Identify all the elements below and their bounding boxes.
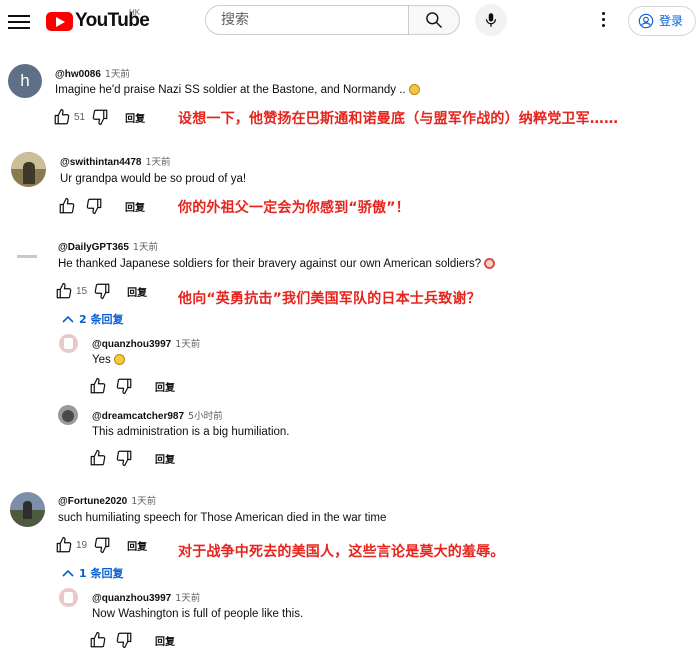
like-icon[interactable] bbox=[55, 536, 73, 554]
search-button[interactable] bbox=[408, 5, 460, 35]
avatar-letter: h bbox=[20, 71, 30, 90]
search-placeholder: 搜索 bbox=[221, 12, 249, 28]
comment-actions: 15 回复 bbox=[55, 281, 147, 301]
avatar[interactable] bbox=[59, 334, 78, 353]
translation-caption: 他向“英勇抗击”我们美国军队的日本士兵致谢？ bbox=[178, 291, 481, 307]
reply-button[interactable]: 回复 bbox=[155, 451, 175, 466]
reply-actions: 回复 bbox=[89, 630, 175, 650]
reply-text: Now Washington is full of people like th… bbox=[92, 608, 304, 620]
comment-text: He thanked Japanese soldiers for their b… bbox=[58, 258, 496, 270]
dislike-icon[interactable] bbox=[85, 197, 103, 215]
account-icon bbox=[638, 13, 654, 29]
comment-actions: 回复 bbox=[58, 196, 145, 216]
avatar[interactable]: h bbox=[8, 64, 42, 98]
comment-header: @DailyGPT365 1天前 bbox=[58, 239, 158, 253]
like-icon[interactable] bbox=[89, 377, 107, 395]
author-name[interactable]: @hw0086 bbox=[55, 69, 101, 80]
timestamp[interactable]: 1天前 bbox=[131, 496, 156, 507]
reply-button[interactable]: 回复 bbox=[127, 538, 147, 553]
translation-caption: 你的外祖父一定会为你感到“骄傲”！ bbox=[178, 200, 410, 216]
voice-search-button[interactable] bbox=[475, 4, 507, 36]
replies-toggle[interactable]: 1 条回复 bbox=[62, 565, 123, 581]
laughing-emoji bbox=[113, 354, 125, 365]
reply-button[interactable]: 回复 bbox=[155, 379, 175, 394]
chevron-up-icon bbox=[62, 569, 74, 577]
avatar[interactable] bbox=[11, 152, 46, 187]
avatar[interactable] bbox=[10, 241, 44, 275]
avatar[interactable] bbox=[58, 405, 78, 425]
comment-header: @swithintan4478 1天前 bbox=[60, 154, 171, 168]
comment-actions: 51 回复 bbox=[53, 107, 145, 127]
reply-button[interactable]: 回复 bbox=[125, 110, 145, 125]
more-options-icon[interactable] bbox=[596, 10, 610, 30]
search-input[interactable]: 搜索 bbox=[205, 5, 408, 35]
timestamp[interactable]: 1天前 bbox=[175, 593, 200, 604]
avatar[interactable] bbox=[10, 492, 45, 527]
like-icon[interactable] bbox=[53, 108, 71, 126]
reply-header: @dreamcatcher987 5小时前 bbox=[92, 408, 223, 422]
comment-header: @hw0086 1天前 bbox=[55, 66, 130, 80]
like-icon[interactable] bbox=[89, 449, 107, 467]
youtube-play-icon bbox=[46, 11, 73, 31]
translation-caption: 对于战争中死去的美国人，这些言论是莫大的羞辱。 bbox=[178, 544, 505, 560]
comment-text: Ur grandpa would be so proud of ya! bbox=[60, 173, 247, 185]
chevron-up-icon bbox=[62, 315, 74, 323]
translation-caption: 设想一下，他赞扬在巴斯通和诺曼底（与盟军作战的）纳粹党卫军…… bbox=[178, 111, 619, 127]
reply-actions: 回复 bbox=[89, 376, 175, 396]
reply-actions: 回复 bbox=[89, 448, 175, 468]
comment-text-content: He thanked Japanese soldiers for their b… bbox=[58, 258, 482, 270]
author-name[interactable]: @DailyGPT365 bbox=[58, 242, 129, 253]
replies-count: 1 条回复 bbox=[79, 567, 124, 580]
reply-text: Yes bbox=[92, 354, 125, 366]
reply-header: @quanzhou3997 1天前 bbox=[92, 590, 200, 604]
dislike-icon[interactable] bbox=[115, 631, 133, 649]
avatar[interactable] bbox=[59, 588, 78, 607]
menu-icon[interactable] bbox=[8, 12, 30, 30]
like-icon[interactable] bbox=[55, 282, 73, 300]
signin-button[interactable]: 登录 bbox=[628, 6, 696, 36]
comment-text-content: Imagine he'd praise Nazi SS soldier at t… bbox=[55, 84, 406, 96]
timestamp[interactable]: 1天前 bbox=[175, 339, 200, 350]
author-name[interactable]: @swithintan4478 bbox=[60, 157, 141, 168]
author-name[interactable]: @Fortune2020 bbox=[58, 496, 127, 507]
like-icon[interactable] bbox=[58, 197, 76, 215]
timestamp[interactable]: 1天前 bbox=[133, 242, 158, 253]
search-icon bbox=[426, 12, 443, 29]
author-name[interactable]: @quanzhou3997 bbox=[92, 339, 171, 350]
author-name[interactable]: @dreamcatcher987 bbox=[92, 411, 184, 422]
reply-button[interactable]: 回复 bbox=[125, 199, 145, 214]
replies-count: 2 条回复 bbox=[79, 313, 124, 326]
comment-text: such humiliating speech for Those Americ… bbox=[58, 512, 387, 524]
masthead: YouTube HK 搜索 登录 bbox=[0, 0, 700, 48]
reply-button[interactable]: 回复 bbox=[127, 284, 147, 299]
dislike-icon[interactable] bbox=[115, 377, 133, 395]
reply-text-content: Yes bbox=[92, 354, 111, 366]
timestamp[interactable]: 1天前 bbox=[145, 157, 170, 168]
author-name[interactable]: @quanzhou3997 bbox=[92, 593, 171, 604]
microphone-icon bbox=[485, 13, 497, 27]
clown-emoji bbox=[484, 258, 496, 269]
dislike-icon[interactable] bbox=[115, 449, 133, 467]
grimacing-emoji bbox=[408, 84, 420, 95]
dislike-icon[interactable] bbox=[93, 536, 111, 554]
reply-text: This administration is a big humiliation… bbox=[92, 426, 290, 438]
comment-text: Imagine he'd praise Nazi SS soldier at t… bbox=[55, 84, 420, 96]
like-count: 19 bbox=[76, 539, 88, 551]
timestamp[interactable]: 5小时前 bbox=[188, 411, 223, 422]
dislike-icon[interactable] bbox=[93, 282, 111, 300]
dislike-icon[interactable] bbox=[91, 108, 109, 126]
reply-header: @quanzhou3997 1天前 bbox=[92, 336, 200, 350]
replies-toggle[interactable]: 2 条回复 bbox=[62, 311, 123, 327]
timestamp[interactable]: 1天前 bbox=[105, 69, 130, 80]
like-count: 51 bbox=[74, 111, 86, 123]
comment-actions: 19 回复 bbox=[55, 535, 147, 555]
signin-label: 登录 bbox=[659, 14, 684, 28]
reply-button[interactable]: 回复 bbox=[155, 633, 175, 648]
region-label: HK bbox=[129, 8, 141, 17]
like-count: 15 bbox=[76, 285, 88, 297]
like-icon[interactable] bbox=[89, 631, 107, 649]
comment-header: @Fortune2020 1天前 bbox=[58, 493, 156, 507]
